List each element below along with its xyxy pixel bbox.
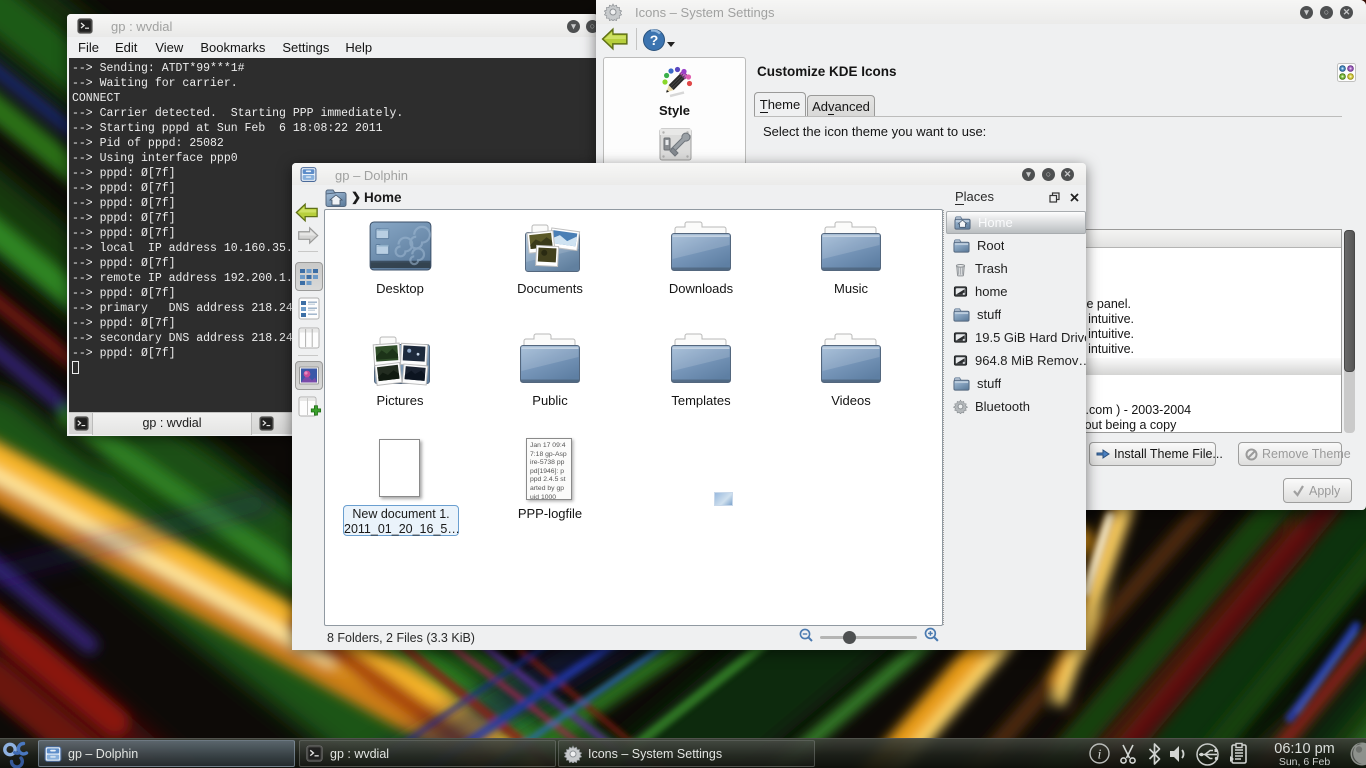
- svg-text:?: ?: [650, 32, 659, 48]
- svg-text:i: i: [1098, 748, 1102, 763]
